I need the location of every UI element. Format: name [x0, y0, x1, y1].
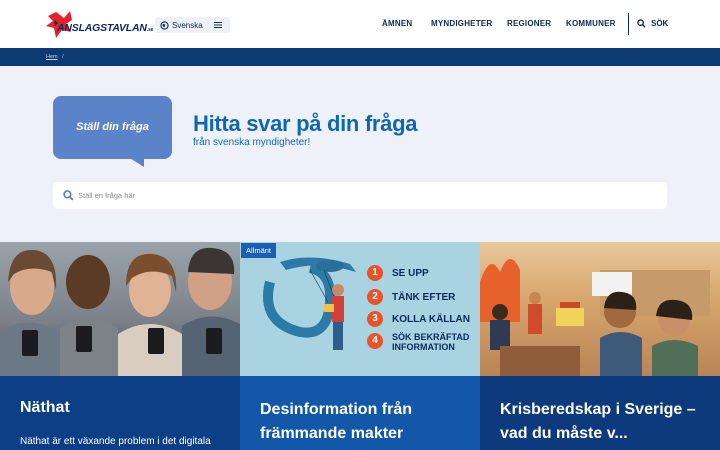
- language-label: Svenska: [172, 20, 203, 30]
- fishing-hook-illustration: [263, 257, 356, 350]
- nav-search-label: SÖK: [651, 19, 669, 28]
- nav-amnen[interactable]: ÄMNEN: [382, 19, 412, 28]
- card-title-desinformation[interactable]: Desinformation från främmande makter: [260, 398, 470, 446]
- nav-kommuner[interactable]: KOMMUNER: [566, 19, 616, 28]
- step-number-4: 4: [367, 333, 383, 349]
- logo-suffix: .se: [146, 27, 154, 33]
- question-search-box[interactable]: [53, 182, 667, 209]
- speech-bubble-tail: [128, 157, 144, 167]
- language-selector[interactable]: Svenska: [155, 17, 230, 33]
- tip-se-upp: SE UPP: [392, 268, 429, 279]
- hamburger-menu-icon[interactable]: [214, 20, 222, 30]
- step-number-1: 1: [367, 265, 383, 281]
- card-image-nathat: [0, 242, 240, 376]
- card-title-nathat[interactable]: Näthat: [20, 396, 230, 420]
- breadcrumb-separator: /: [62, 54, 64, 60]
- nav-divider: [628, 13, 629, 35]
- card-image-desinformation: [240, 242, 480, 376]
- tip-sok-bekraftad: SÖK BEKRÄFTAD INFORMATION: [392, 332, 470, 352]
- globe-icon: [160, 20, 169, 30]
- nav-myndigheter[interactable]: MYNDIGHETER: [431, 19, 492, 28]
- tip-kolla-kallan: KOLLA KÄLLAN: [392, 314, 470, 325]
- nav-regioner[interactable]: REGIONER: [507, 19, 551, 28]
- people-with-phones-illustration: [0, 247, 240, 376]
- breadcrumb-bar: [0, 48, 720, 66]
- logo-text[interactable]: ANSLAGSTAVLAN.se: [57, 22, 153, 34]
- speech-bubble-text: Ställ din fråga: [76, 121, 149, 133]
- breadcrumb-home-link[interactable]: Hem: [46, 54, 58, 60]
- logo-wordmark: ANSLAGSTAVLAN: [57, 22, 147, 34]
- hero-subtitle: från svenska myndigheter!: [193, 137, 311, 148]
- tip-tank-efter: TÄNK EFTER: [392, 292, 456, 303]
- card-image-krisberedskap: [480, 242, 720, 376]
- site-header: ANSLAGSTAVLAN.se Svenska ÄMNEN MYNDIGHET…: [0, 0, 720, 48]
- hero-title: Hitta svar på din fråga: [193, 111, 418, 136]
- breadcrumb: Hem /: [46, 54, 64, 60]
- step-number-2: 2: [367, 289, 383, 305]
- search-icon: [637, 19, 646, 28]
- question-search-input[interactable]: [78, 191, 638, 200]
- crisis-scene-illustration: [480, 258, 710, 376]
- card-title-krisberedskap[interactable]: Krisberedskap i Sverige – vad du måste v…: [500, 398, 710, 446]
- step-number-3: 3: [367, 311, 383, 327]
- search-icon: [63, 190, 74, 201]
- card-text-nathat: Näthat är ett växande problem i det digi…: [20, 436, 211, 447]
- category-tag[interactable]: Allmänt: [241, 243, 277, 258]
- nav-search-button[interactable]: SÖK: [637, 19, 668, 28]
